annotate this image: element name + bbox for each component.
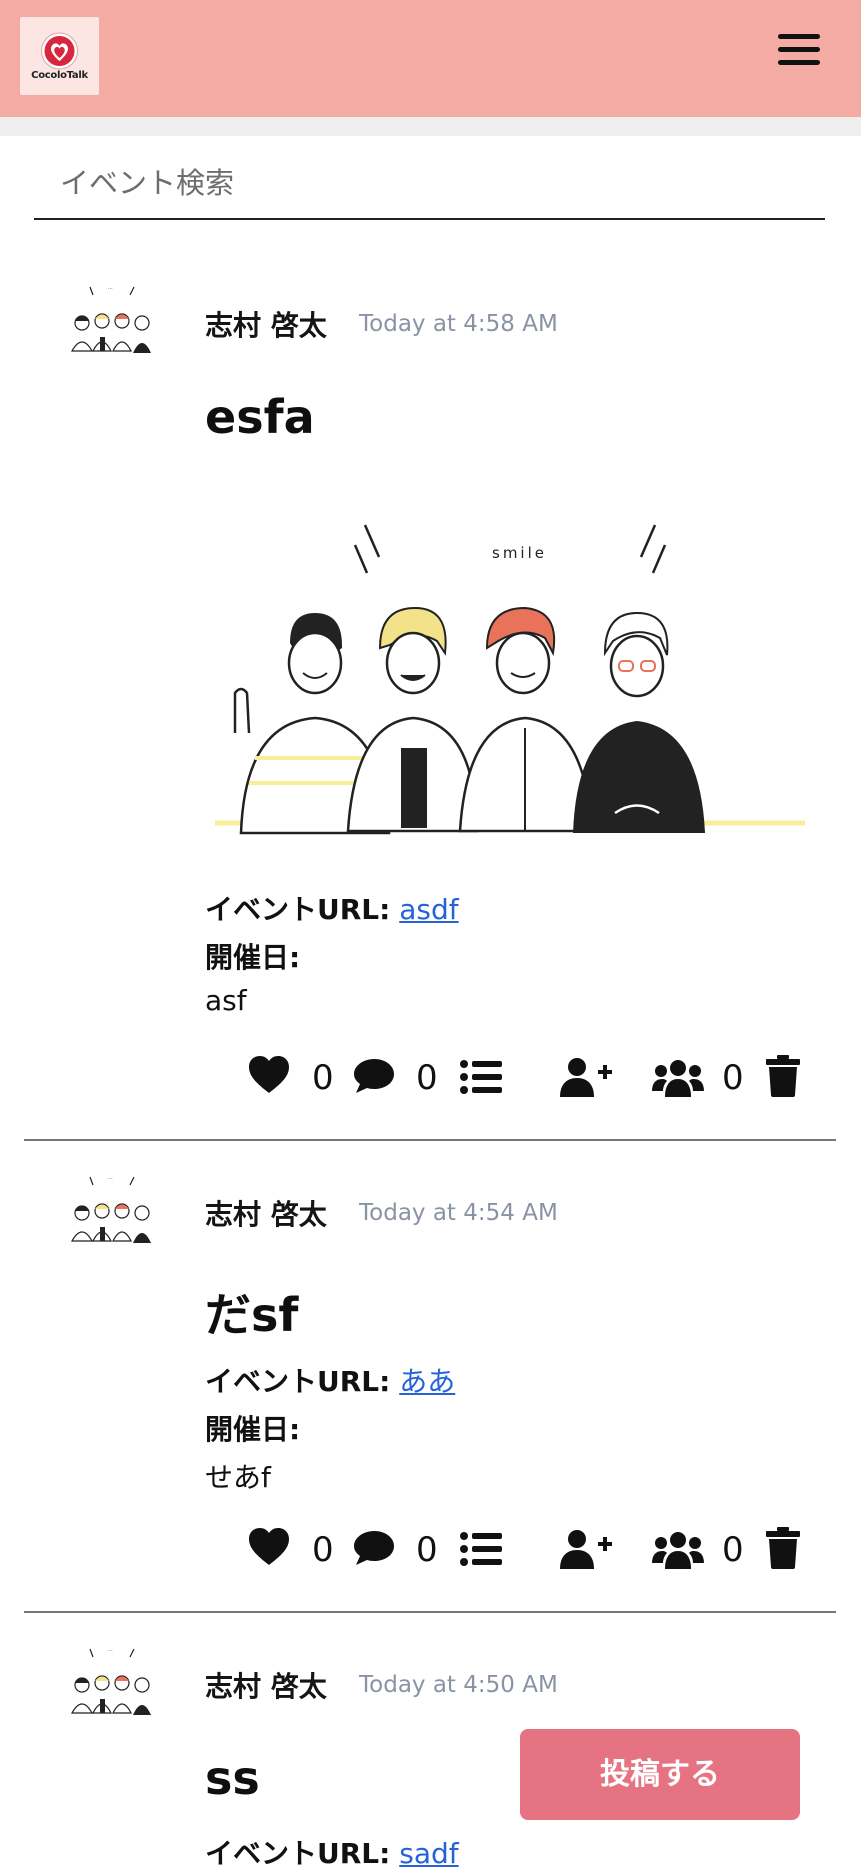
event-url-label: イベントURL: — [205, 893, 391, 926]
post-title: だsf — [205, 1288, 299, 1342]
heart-icon[interactable] — [248, 1055, 290, 1095]
event-url-link[interactable]: asdf — [399, 893, 458, 926]
post-title: esfa — [205, 390, 315, 444]
create-post-button[interactable]: 投稿する — [520, 1729, 800, 1820]
search-bar — [34, 150, 832, 220]
app-header: CocoloTalk — [0, 0, 861, 117]
event-url-row: イベントURL: ああ — [205, 1360, 455, 1400]
event-date-row: 開催日: — [205, 936, 300, 976]
event-url-link[interactable]: sadf — [399, 1837, 458, 1870]
like-count: 0 — [312, 1530, 334, 1570]
post-time: Today at 4:58 AM — [359, 311, 558, 337]
header-divider — [0, 117, 861, 136]
add-user-icon[interactable] — [560, 1057, 612, 1097]
participant-count: 0 — [722, 1058, 744, 1098]
add-user-icon[interactable] — [560, 1529, 612, 1569]
avatar[interactable] — [62, 1643, 162, 1728]
author-name: 志村 啓太 — [205, 309, 327, 342]
author-name: 志村 啓太 — [205, 1670, 327, 1703]
group-icon[interactable] — [652, 1531, 704, 1569]
trash-icon[interactable] — [766, 1527, 800, 1569]
comment-count: 0 — [416, 1058, 438, 1098]
comment-icon[interactable] — [352, 1057, 396, 1095]
comment-icon[interactable] — [352, 1529, 396, 1567]
avatar[interactable] — [62, 1171, 162, 1256]
author-name: 志村 啓太 — [205, 1198, 327, 1231]
comment-count: 0 — [416, 1530, 438, 1570]
event-url-label: イベントURL: — [205, 1837, 391, 1870]
event-date-label: 開催日: — [205, 941, 301, 974]
event-date-row: 開催日: — [205, 1408, 300, 1448]
heart-logo-icon — [41, 32, 78, 70]
hamburger-menu-button[interactable] — [776, 30, 824, 70]
event-date-label: 開催日: — [205, 1413, 301, 1446]
event-post: 志村 啓太 Today at 4:54 AM だsf イベントURL: ああ 開… — [24, 1141, 836, 1613]
post-description: asf — [205, 984, 247, 1017]
post-description: せあf — [205, 1461, 271, 1494]
list-icon[interactable] — [460, 1059, 502, 1095]
event-image: smile — [215, 524, 805, 835]
participant-count: 0 — [722, 1530, 744, 1570]
event-post: 志村 啓太 Today at 4:58 AM esfa smile イベントUR… — [24, 251, 836, 1141]
post-title: ss — [205, 1751, 260, 1805]
avatar[interactable] — [62, 281, 162, 366]
trash-icon[interactable] — [766, 1055, 800, 1097]
post-time: Today at 4:54 AM — [359, 1200, 558, 1226]
group-icon[interactable] — [652, 1059, 704, 1097]
event-url-link[interactable]: ああ — [399, 1365, 455, 1398]
like-count: 0 — [312, 1058, 334, 1098]
event-url-row: イベントURL: asdf — [205, 888, 459, 928]
event-url-row: イベントURL: sadf — [205, 1832, 459, 1872]
event-search-input[interactable] — [58, 150, 832, 216]
event-url-label: イベントURL: — [205, 1365, 391, 1398]
post-time: Today at 4:50 AM — [359, 1672, 558, 1698]
heart-icon[interactable] — [248, 1527, 290, 1567]
image-smile-text: smile — [492, 544, 547, 562]
app-logo[interactable]: CocoloTalk — [20, 17, 99, 95]
list-icon[interactable] — [460, 1531, 502, 1567]
logo-text: CocoloTalk — [31, 70, 88, 81]
